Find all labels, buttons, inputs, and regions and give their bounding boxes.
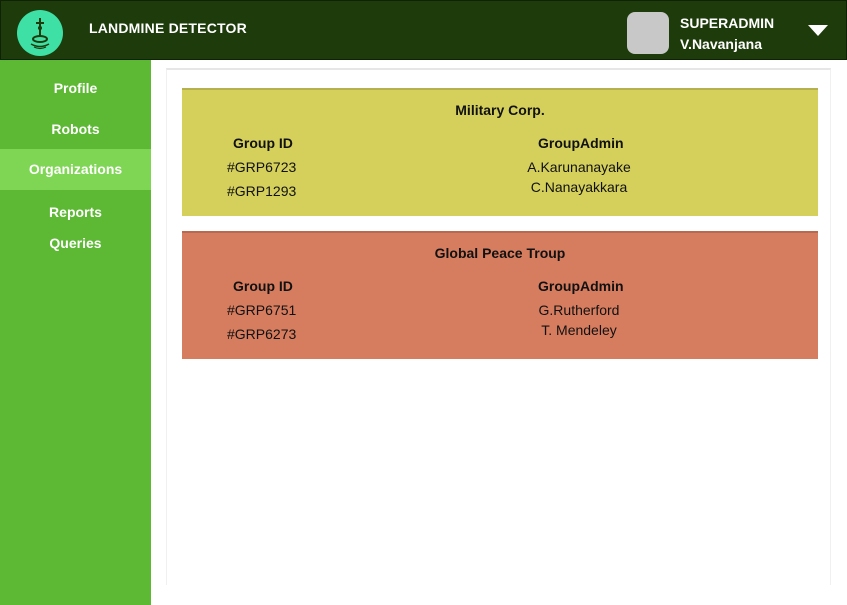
group-admin-cell: A.Karunanayake: [527, 159, 631, 175]
column-header-group-id: Group ID: [233, 278, 293, 294]
sidebar-item-organizations[interactable]: Organizations: [0, 149, 151, 190]
user-name: V.Navanjana: [680, 36, 762, 52]
app-title: LANDMINE DETECTOR: [89, 20, 247, 36]
landmine-detector-icon[interactable]: [17, 10, 63, 56]
organization-name: Global Peace Troup: [434, 245, 566, 261]
group-id-cell: #GRP6723: [227, 159, 297, 175]
sidebar-item-queries[interactable]: Queries: [0, 235, 151, 251]
sidebar: Profile Robots Organizations Reports Que…: [0, 60, 151, 605]
group-admin-cell: G.Rutherford: [538, 302, 620, 318]
main-content: Military Corp. Group ID GroupAdmin #GRP6…: [151, 60, 847, 605]
sidebar-item-robots[interactable]: Robots: [0, 121, 151, 137]
app-window: LANDMINE DETECTOR SUPERADMIN V.Navanjana…: [0, 0, 847, 605]
group-id-cell: #GRP1293: [227, 183, 297, 199]
sidebar-item-reports[interactable]: Reports: [0, 204, 151, 220]
sidebar-item-profile[interactable]: Profile: [0, 80, 151, 96]
caret-down-icon[interactable]: [808, 25, 828, 36]
group-admin-cell: T. Mendeley: [541, 322, 617, 338]
group-id-cell: #GRP6751: [227, 302, 297, 318]
organization-name: Military Corp.: [455, 102, 545, 118]
column-header-group-id: Group ID: [233, 135, 293, 151]
top-header: LANDMINE DETECTOR SUPERADMIN V.Navanjana: [0, 0, 847, 60]
user-role: SUPERADMIN: [680, 15, 775, 31]
group-admin-cell: C.Nanayakkara: [530, 179, 628, 195]
organization-card-global-peace-troup[interactable]: Global Peace Troup Group ID GroupAdmin #…: [182, 231, 818, 359]
column-header-group-admin: GroupAdmin: [538, 135, 624, 151]
avatar[interactable]: [627, 12, 669, 54]
organization-card-military-corp[interactable]: Military Corp. Group ID GroupAdmin #GRP6…: [182, 88, 818, 216]
column-header-group-admin: GroupAdmin: [538, 278, 624, 294]
group-id-cell: #GRP6273: [227, 326, 297, 342]
